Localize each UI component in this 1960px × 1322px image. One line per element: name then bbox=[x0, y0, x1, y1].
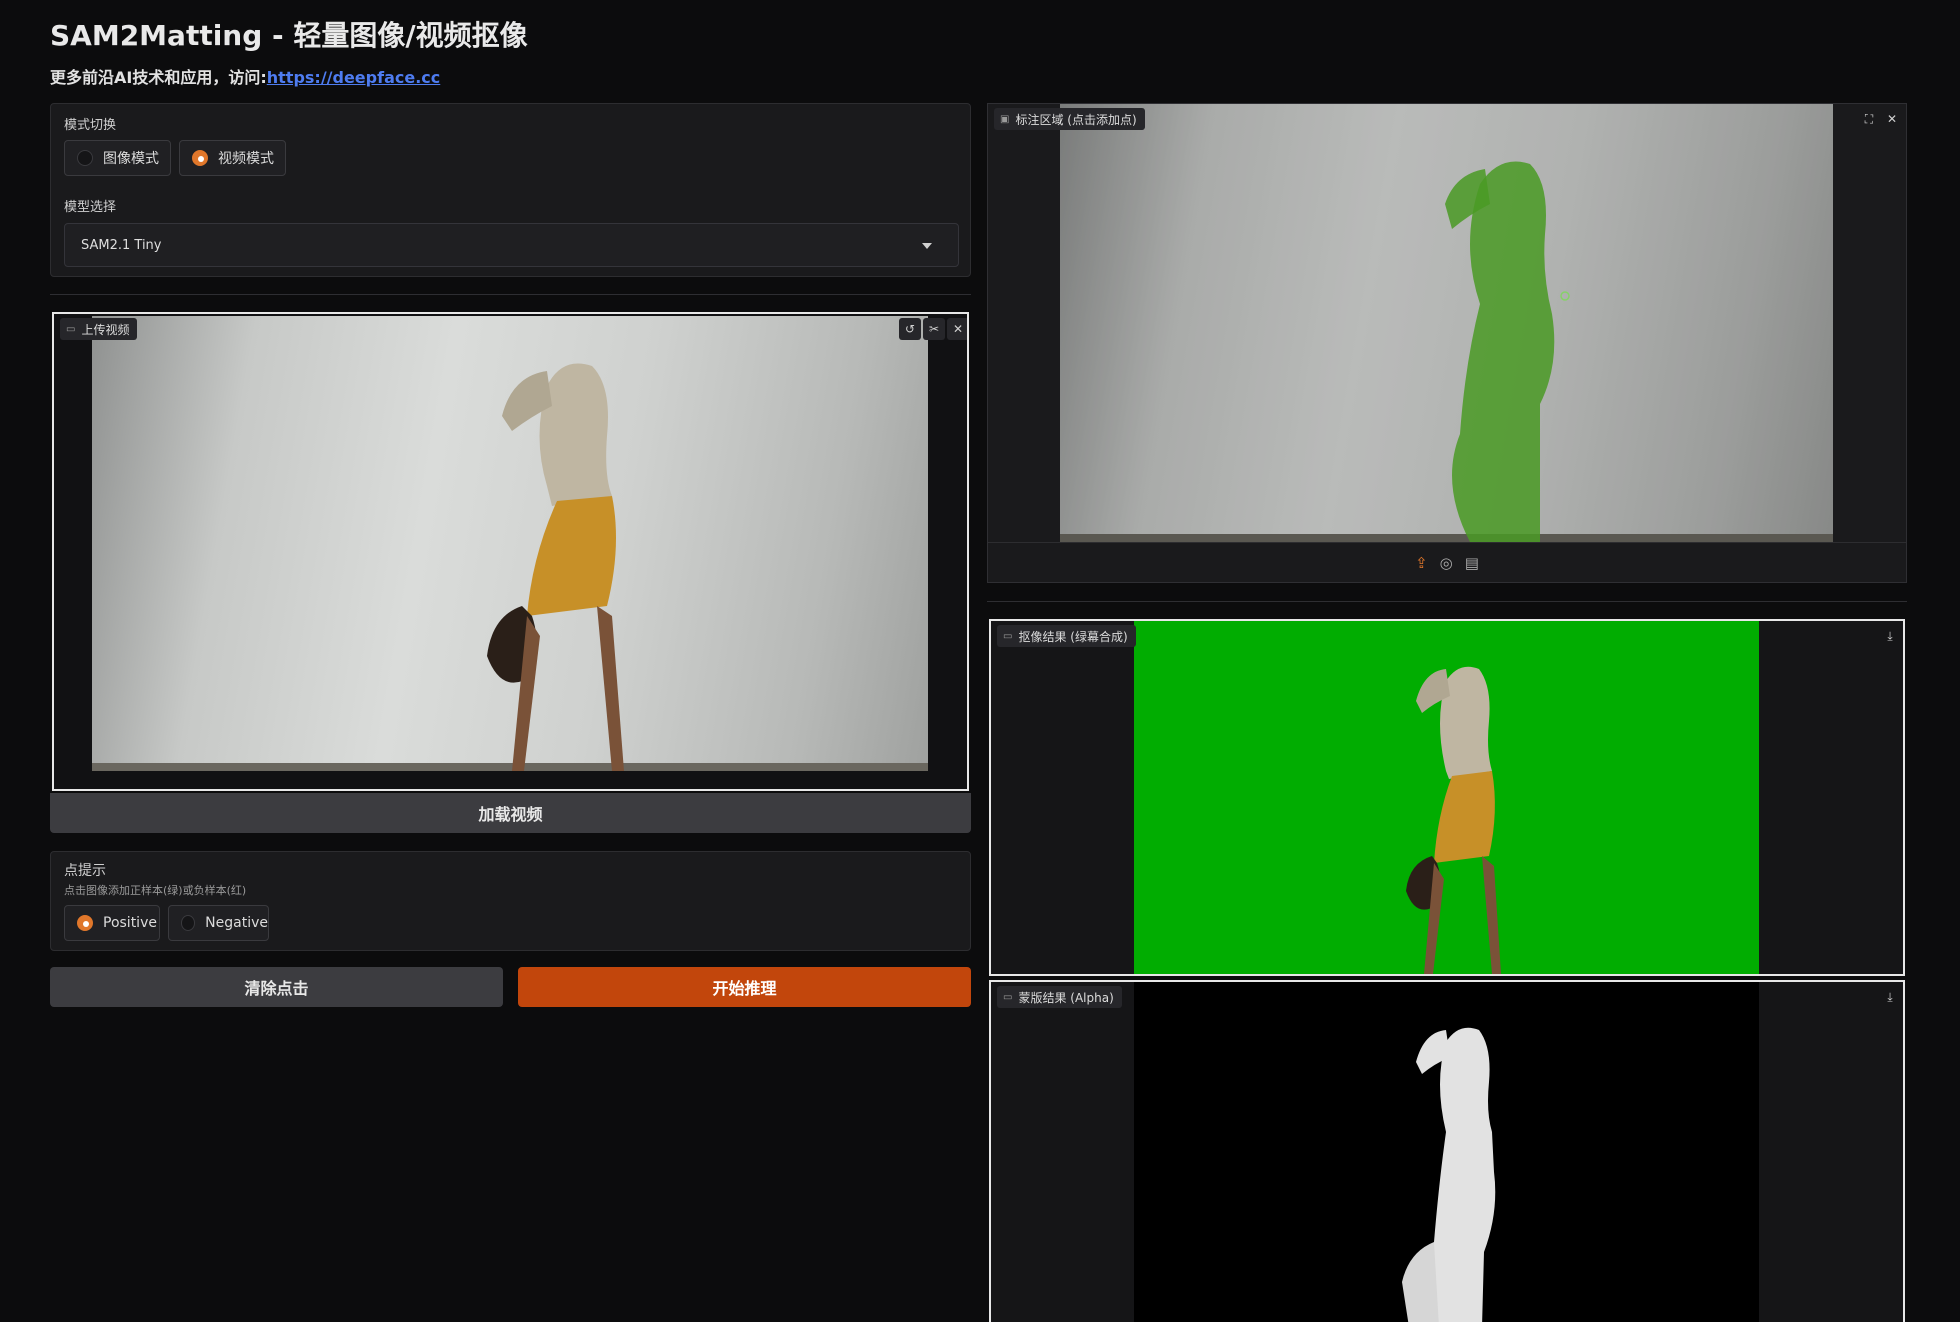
upload-video-box[interactable]: ▭ 上传视频 ↺ ✂ ✕ bbox=[52, 312, 969, 791]
annotation-frame bbox=[1060, 104, 1833, 542]
negative-radio[interactable]: Negative bbox=[168, 905, 269, 941]
annotation-toolbar: ⇪ ◎ ▤ bbox=[988, 542, 1906, 582]
radio-label: 视频模式 bbox=[218, 151, 274, 167]
annotation-area[interactable]: ▣ 标注区域 (点击添加点) ⛶ ✕ ⇪ ◎ ▤ bbox=[987, 103, 1907, 583]
annotation-tag-label: 标注区域 (点击添加点) bbox=[1015, 112, 1137, 127]
positive-radio[interactable]: Positive bbox=[64, 905, 160, 941]
video-icon: ▭ bbox=[1003, 991, 1013, 1003]
alpha-tag-label: 蒙版结果 (Alpha) bbox=[1018, 990, 1114, 1005]
point-prompt-panel: 点提示 点击图像添加正样本(绿)或负样本(红) Positive Negativ… bbox=[50, 851, 971, 951]
settings-panel: 模式切换 图像模式 视频模式 模型选择 SAM2.1 Tiny bbox=[50, 103, 971, 277]
radio-indicator bbox=[77, 915, 93, 931]
upload-icon[interactable]: ⇪ bbox=[1415, 554, 1428, 572]
radio-indicator bbox=[192, 150, 208, 166]
mode-image-radio[interactable]: 图像模式 bbox=[64, 140, 171, 176]
alpha-result: ▭ 蒙版结果 (Alpha) ⤓ bbox=[989, 980, 1905, 1322]
radio-indicator bbox=[77, 150, 93, 166]
load-video-button[interactable]: 加载视频 bbox=[50, 793, 971, 833]
undo-icon[interactable]: ↺ bbox=[899, 318, 921, 340]
greenscreen-tag: ▭ 抠像结果 (绿幕合成) bbox=[997, 625, 1136, 647]
radio-label: Negative bbox=[205, 915, 268, 931]
video-icon: ▭ bbox=[1003, 630, 1013, 642]
point-prompt-hint: 点击图像添加正样本(绿)或负样本(红) bbox=[64, 884, 247, 897]
annotation-tag: ▣ 标注区域 (点击添加点) bbox=[994, 108, 1145, 130]
radio-label: Positive bbox=[103, 915, 157, 931]
close-icon[interactable]: ✕ bbox=[1881, 108, 1903, 130]
alpha-mask bbox=[1402, 1027, 1496, 1322]
video-icon: ▭ bbox=[66, 323, 76, 335]
alpha-tag: ▭ 蒙版结果 (Alpha) bbox=[997, 986, 1122, 1008]
mode-video-radio[interactable]: 视频模式 bbox=[179, 140, 286, 176]
clear-clicks-button[interactable]: 清除点击 bbox=[50, 967, 503, 1007]
upload-video-tag: ▭ 上传视频 bbox=[60, 318, 138, 340]
alpha-frame bbox=[1134, 982, 1759, 1322]
point-prompt-label: 点提示 bbox=[64, 863, 106, 879]
model-label: 模型选择 bbox=[64, 200, 117, 215]
dancer-cutout bbox=[1406, 666, 1501, 974]
webcam-icon[interactable]: ◎ bbox=[1440, 554, 1453, 572]
radio-indicator bbox=[181, 915, 196, 931]
fullscreen-icon[interactable]: ⛶ bbox=[1858, 108, 1880, 130]
start-inference-button[interactable]: 开始推理 bbox=[518, 967, 971, 1007]
download-icon[interactable]: ⤓ bbox=[1879, 986, 1901, 1008]
image-icon: ▣ bbox=[1000, 113, 1010, 125]
chevron-down-icon bbox=[922, 243, 932, 249]
greenscreen-result: ▭ 抠像结果 (绿幕合成) ⤓ bbox=[989, 619, 1905, 976]
model-select-value: SAM2.1 Tiny bbox=[81, 237, 162, 253]
greenscreen-tag-label: 抠像结果 (绿幕合成) bbox=[1018, 629, 1128, 644]
divider bbox=[987, 601, 1907, 602]
close-icon[interactable]: ✕ bbox=[947, 318, 967, 340]
scissors-icon[interactable]: ✂ bbox=[923, 318, 945, 340]
subtitle-text: 更多前沿AI技术和应用，访问: bbox=[50, 68, 267, 87]
deepface-link[interactable]: https://deepface.cc bbox=[267, 68, 441, 87]
page-title: SAM2Matting - 轻量图像/视频抠像 bbox=[50, 19, 528, 52]
download-icon[interactable]: ⤓ bbox=[1879, 625, 1901, 647]
video-frame bbox=[92, 316, 928, 771]
radio-label: 图像模式 bbox=[103, 151, 159, 167]
mode-label: 模式切换 bbox=[64, 118, 117, 133]
greenscreen-frame bbox=[1134, 621, 1759, 974]
dancer-figure bbox=[487, 363, 624, 771]
divider bbox=[50, 294, 971, 295]
upload-tag-label: 上传视频 bbox=[81, 322, 130, 337]
segmentation-overlay bbox=[1445, 161, 1570, 542]
model-select[interactable]: SAM2.1 Tiny bbox=[64, 223, 959, 267]
page-subtitle: 更多前沿AI技术和应用，访问:https://deepface.cc bbox=[50, 64, 440, 88]
clipboard-icon[interactable]: ▤ bbox=[1465, 554, 1479, 572]
